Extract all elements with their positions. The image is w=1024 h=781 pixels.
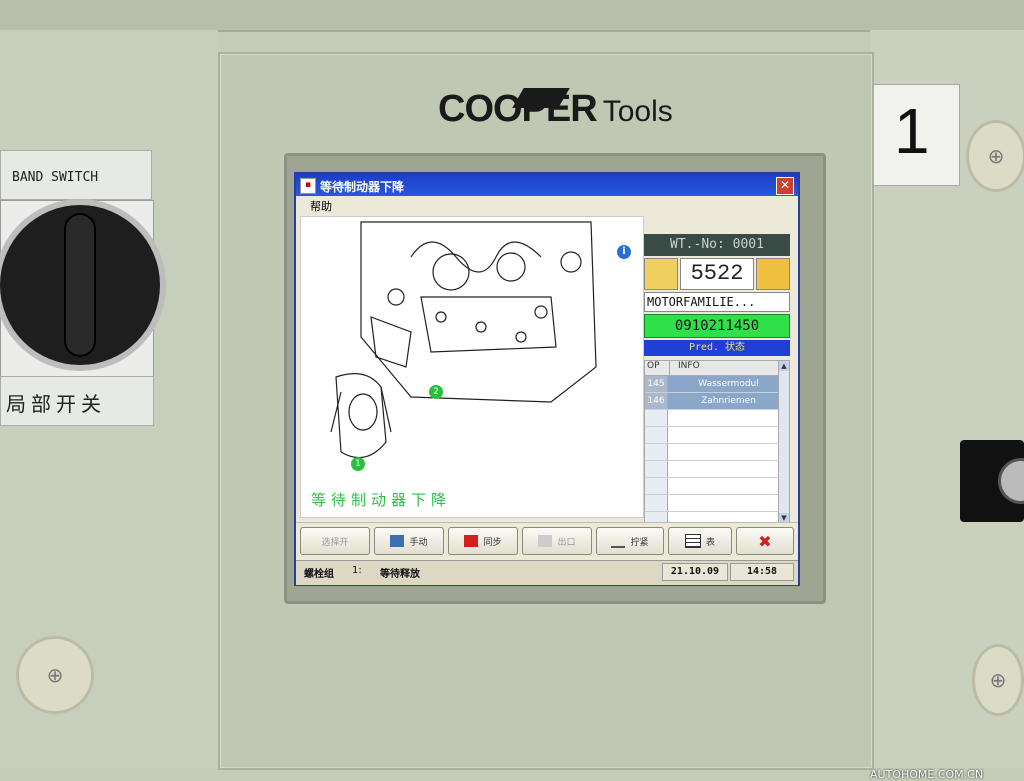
lock-icon bbox=[998, 458, 1024, 504]
cycle-row: 5522 bbox=[644, 258, 790, 290]
select-open-button[interactable]: 选择开 bbox=[300, 527, 370, 555]
button-label: 同步 bbox=[483, 537, 502, 548]
table-row[interactable] bbox=[645, 410, 789, 427]
screw-icon: ⊕ bbox=[16, 636, 94, 714]
status-time: 14:58 bbox=[730, 563, 794, 581]
op-cell bbox=[645, 444, 668, 460]
cabinet-top bbox=[0, 0, 1024, 32]
button-label: 拧紧 bbox=[630, 537, 649, 548]
bolt-group-number: 1: bbox=[352, 565, 362, 576]
info-cell bbox=[668, 410, 789, 426]
info-cell: Zahnriemen bbox=[668, 393, 789, 409]
op-cell: 145 bbox=[645, 376, 668, 392]
brand-suffix: Tools bbox=[602, 95, 673, 128]
key-switch[interactable] bbox=[960, 440, 1024, 522]
operation-table: OP INFO 145 Wassermodul 146 Zahnriemen ▲ ▼ bbox=[644, 360, 790, 524]
bolt-group-label: 螺栓组 bbox=[304, 569, 334, 580]
tighten-button[interactable]: 拧紧 bbox=[596, 527, 664, 555]
cycle-number: 5522 bbox=[680, 258, 754, 290]
engine-diagram: 1 2 i 等待制动器下降 bbox=[300, 216, 644, 518]
brand-logo: COOPER Tools bbox=[438, 88, 673, 131]
exit-icon bbox=[538, 535, 553, 547]
status-bar: 螺栓组 1: 等待释放 21.10.09 14:58 bbox=[296, 560, 798, 585]
cancel-icon: ✖ bbox=[758, 531, 772, 551]
status-indicator: Pred. 状态 bbox=[644, 340, 790, 356]
info-icon[interactable]: i bbox=[617, 245, 631, 259]
close-button[interactable]: ✕ bbox=[776, 177, 794, 195]
button-label: 手动 bbox=[409, 537, 428, 548]
sync-icon bbox=[464, 535, 479, 547]
table-row[interactable] bbox=[645, 495, 789, 512]
flag-icon bbox=[644, 258, 678, 290]
info-cell bbox=[668, 444, 789, 460]
op-cell: 146 bbox=[645, 393, 668, 409]
table-row[interactable] bbox=[645, 478, 789, 495]
app-icon: ▪ bbox=[300, 178, 316, 194]
serial-number: 0910211450 bbox=[644, 314, 790, 338]
status-message: 等待释放 bbox=[380, 569, 420, 580]
table-row[interactable] bbox=[645, 444, 789, 461]
button-label: 表 bbox=[705, 537, 715, 548]
scroll-up-icon[interactable]: ▲ bbox=[779, 361, 789, 371]
status-date: 21.10.09 bbox=[662, 563, 728, 581]
button-label: 选择开 bbox=[321, 537, 349, 548]
op-cell bbox=[645, 427, 668, 443]
table-row[interactable]: 146 Zahnriemen bbox=[645, 393, 789, 410]
button-bar: 选择开 手动 同步 出口 拧紧 表 ✖ bbox=[296, 522, 798, 559]
op-cell bbox=[645, 461, 668, 477]
info-cell bbox=[668, 495, 789, 511]
table-row[interactable] bbox=[645, 427, 789, 444]
wrench-icon bbox=[611, 534, 626, 548]
info-cell bbox=[668, 461, 789, 477]
window-title: 等待制动器下降 bbox=[320, 180, 405, 194]
menu-bar: 帮助 bbox=[296, 196, 798, 214]
op-cell bbox=[645, 410, 668, 426]
motor-family: MOTORFAMILIE... bbox=[644, 292, 790, 312]
table-icon bbox=[684, 534, 701, 548]
exit-button[interactable]: 出口 bbox=[522, 527, 592, 555]
station-number: 1 bbox=[894, 95, 930, 167]
hmi-screen: ▪ 等待制动器下降 ✕ 帮助 1 2 i 等待制动器下降 WT.-No: 000… bbox=[294, 172, 800, 586]
warning-icon bbox=[756, 258, 790, 290]
table-row[interactable]: 145 Wassermodul bbox=[645, 376, 789, 393]
table-button[interactable]: 表 bbox=[668, 527, 732, 555]
band-switch-handle[interactable] bbox=[66, 215, 94, 355]
table-header: OP INFO bbox=[645, 361, 789, 376]
cancel-button[interactable]: ✖ bbox=[736, 527, 794, 555]
table-scrollbar[interactable]: ▲ ▼ bbox=[778, 361, 789, 523]
manual-icon bbox=[390, 535, 405, 547]
manual-button[interactable]: 手动 bbox=[374, 527, 444, 555]
diagram-caption: 等待制动器下降 bbox=[311, 491, 452, 509]
workpiece-number: WT.-No: 0001 bbox=[644, 234, 790, 256]
op-cell bbox=[645, 495, 668, 511]
brand-name: COOPER bbox=[438, 88, 598, 130]
title-bar: ▪ 等待制动器下降 ✕ bbox=[296, 174, 798, 196]
sync-button[interactable]: 同步 bbox=[448, 527, 518, 555]
local-switch-label: 局部开关 bbox=[6, 392, 106, 416]
menu-help[interactable]: 帮助 bbox=[310, 198, 332, 214]
info-cell bbox=[668, 478, 789, 494]
screw-icon: ⊕ bbox=[972, 644, 1024, 716]
engine-drawing bbox=[330, 221, 597, 459]
callout-1: 1 bbox=[351, 457, 365, 471]
callout-2: 2 bbox=[429, 385, 443, 399]
op-cell bbox=[645, 478, 668, 494]
column-header-info: INFO bbox=[678, 361, 700, 371]
info-cell bbox=[668, 427, 789, 443]
screw-icon: ⊕ bbox=[966, 120, 1024, 192]
band-switch-label: BAND SWITCH bbox=[12, 170, 99, 185]
info-cell: Wassermodul bbox=[668, 376, 789, 392]
table-row[interactable] bbox=[645, 461, 789, 478]
column-header-op: OP bbox=[645, 361, 670, 375]
button-label: 出口 bbox=[557, 537, 576, 548]
